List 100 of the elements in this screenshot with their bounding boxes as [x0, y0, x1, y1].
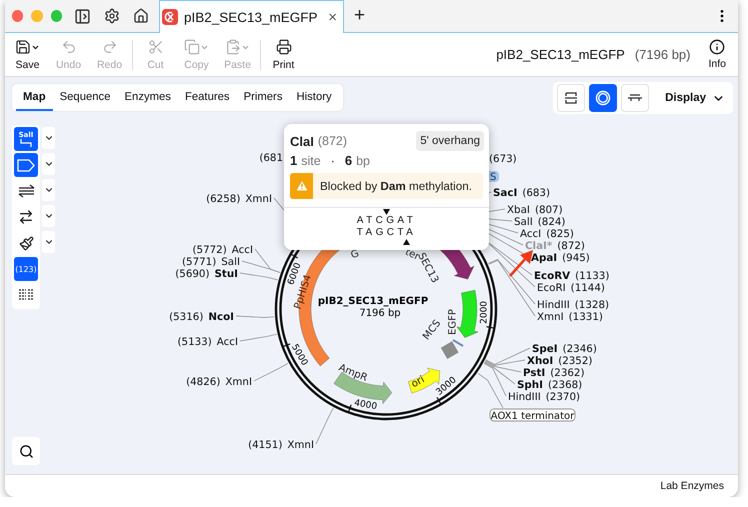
redo-icon: [102, 39, 118, 55]
enzyme-site-label[interactable]: (5771) SalI: [182, 256, 240, 268]
enzyme-site-label[interactable]: AccI (825): [520, 228, 574, 240]
enzyme-site-label[interactable]: ApaI (945): [531, 252, 590, 264]
linear-map-icon: [564, 92, 578, 104]
feature-label: AmpR: [337, 362, 369, 384]
enzyme-site-label[interactable]: (681: [259, 152, 283, 164]
close-tab-button[interactable]: ×: [328, 8, 337, 26]
warning-message: Blocked by Dam methylation.: [313, 173, 483, 199]
enzyme-position: (872): [318, 134, 348, 148]
tag-icon: [17, 158, 35, 172]
enzyme-site-label[interactable]: HindIII (1328): [537, 299, 610, 311]
tick-mark: [291, 254, 298, 259]
print-button[interactable]: Print: [263, 38, 304, 70]
circular-map-icon: [595, 90, 612, 106]
enzyme-site-label[interactable]: XbaI (807): [507, 204, 563, 216]
leader-line: [254, 362, 288, 382]
cut-site-icon: [19, 139, 33, 147]
mcs-marker: [452, 339, 464, 347]
enzyme-site-label[interactable]: (5772) AccI: [192, 244, 253, 256]
cut-marker-icon: [382, 209, 390, 215]
enzyme-name: ClaI: [290, 134, 314, 148]
enzyme-site-label[interactable]: XmnI (1331): [537, 311, 603, 323]
top-strand: ATCGAT: [356, 215, 416, 227]
leader-line: [236, 316, 275, 318]
tick-label: 2000: [479, 300, 490, 324]
tick-label: 4000: [353, 398, 378, 412]
enzyme-site-label[interactable]: HindIII (2370): [508, 391, 580, 403]
map-tool-button[interactable]: (123): [14, 257, 38, 281]
view-tab[interactable]: Enzymes: [118, 84, 178, 111]
warning-icon: [290, 173, 313, 199]
view-tab[interactable]: Primers: [236, 84, 290, 111]
site-length: 6: [344, 153, 352, 168]
close-window-button[interactable]: [12, 10, 24, 22]
tick-mark: [348, 404, 352, 412]
length-unit: bp: [356, 154, 370, 168]
double-arrow-icon: [18, 184, 34, 198]
sequence-view-icon: [627, 94, 644, 102]
print-icon: [276, 39, 292, 55]
view-tab[interactable]: Map: [16, 84, 53, 111]
enzyme-site-label[interactable]: EcoRV (1133): [534, 270, 610, 282]
leader-line: [316, 408, 334, 444]
tick-mark: [283, 343, 290, 347]
separator-dot: ·: [330, 154, 335, 168]
new-tab-button[interactable]: +: [344, 0, 376, 32]
list-icon: [18, 288, 34, 302]
enzyme-site-label[interactable]: (6258) XmnI: [206, 193, 272, 205]
view-tab[interactable]: Sequence: [52, 84, 118, 111]
enzyme-site-label[interactable]: SacI (683): [493, 187, 550, 199]
display-dropdown[interactable]: Display: [653, 92, 729, 104]
document-size: (7196 bp): [634, 47, 690, 62]
app-logo-icon: [162, 9, 178, 25]
view-tab[interactable]: History: [289, 84, 339, 111]
enzyme-site-label[interactable]: (673): [489, 153, 517, 165]
enzyme-site-label[interactable]: (5690) StuI: [175, 268, 238, 280]
enzyme-site-label[interactable]: ClaI* (872): [525, 240, 585, 252]
save-button[interactable]: Save: [7, 38, 48, 70]
status-text: Lab Enzymes: [660, 480, 724, 492]
save-icon: [15, 39, 31, 55]
enzyme-site-label[interactable]: (4826) XmnI: [186, 376, 252, 388]
plasmid-length: 7196 bp: [359, 308, 401, 319]
enzyme-site-label[interactable]: SalI (824): [514, 216, 566, 228]
enzyme-site-label[interactable]: (4151) XmnI: [248, 439, 314, 451]
document-tab[interactable]: pIB2_SEC13_mEGFP ×: [159, 0, 344, 33]
enzyme-site-label[interactable]: SphI (2368): [517, 379, 582, 391]
feature-label: ori: [410, 374, 426, 390]
overhang-tag: 5' overhang: [416, 131, 484, 151]
settings-icon[interactable]: [104, 8, 120, 24]
enzyme-site-label[interactable]: (5133) AccI: [178, 336, 238, 348]
undo-icon: [60, 39, 76, 55]
view-mode-button[interactable]: [621, 84, 650, 112]
info-button[interactable]: Info: [708, 39, 738, 70]
leader-line: [240, 334, 278, 342]
feature-tag[interactable]: AOX1 terminator: [490, 408, 576, 422]
paintbrush-icon: [18, 236, 34, 250]
enzyme-site-label[interactable]: (5316) NcoI: [169, 311, 234, 323]
view-tab[interactable]: Features: [178, 84, 237, 111]
info-icon: [709, 39, 726, 55]
enzyme-site-label[interactable]: SpeI (2346): [532, 343, 597, 355]
enzyme-site-label[interactable]: EcoRI (1144): [537, 282, 605, 294]
bottom-strand: TAGCTA: [356, 227, 416, 239]
document-name: pIB2_SEC13_mEGFP: [496, 47, 625, 62]
feature-label: G: [349, 248, 361, 262]
enzyme-site-label[interactable]: PstI (2362): [523, 367, 584, 379]
home-icon[interactable]: [133, 8, 149, 24]
feature-label: EGFP: [448, 309, 459, 335]
tick-mark: [436, 397, 442, 404]
enzyme-site-label[interactable]: XhoI (2352): [527, 355, 592, 367]
copy-icon: [184, 39, 200, 55]
site-count: 1: [290, 153, 298, 168]
tool-options-button[interactable]: [42, 127, 55, 149]
sidebar-toggle-icon[interactable]: [74, 8, 91, 24]
view-mode-button[interactable]: [557, 84, 586, 112]
cut-icon: [148, 39, 164, 55]
paste-icon: [225, 39, 241, 55]
plasmid-name: pIB2_SEC13_mEGFP: [318, 296, 428, 307]
search-button[interactable]: [12, 437, 40, 465]
numbers-label: (123): [15, 264, 37, 274]
pointer-arrow-icon: [509, 250, 533, 277]
cut-marker-icon: [402, 239, 410, 245]
